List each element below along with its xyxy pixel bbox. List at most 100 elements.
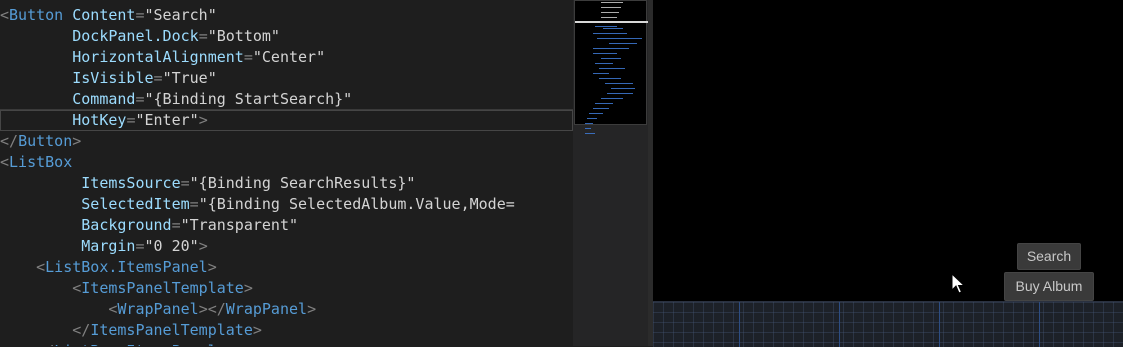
minimap-stroke <box>601 98 623 99</box>
code-token: < <box>0 279 82 297</box>
code-line[interactable]: </ItemsPanelTemplate> <box>0 320 262 341</box>
minimap-stroke <box>593 108 609 109</box>
code-token: = <box>153 69 163 87</box>
mouse-pointer-icon <box>951 273 965 294</box>
code-line[interactable]: <WrapPanel></WrapPanel> <box>0 299 316 320</box>
minimap-stroke <box>585 128 591 129</box>
minimap-stroke <box>599 78 621 79</box>
code-token: WrapPanel <box>225 300 308 318</box>
code-token: "True" <box>162 69 217 87</box>
code-token: = <box>135 237 145 255</box>
code-line[interactable]: <ListBox <box>0 152 72 173</box>
code-line[interactable]: IsVisible="True" <box>0 68 217 89</box>
buy-album-button[interactable]: Buy Album <box>1004 272 1094 301</box>
code-token: Background <box>0 216 172 234</box>
minimap-stroke <box>601 58 621 59</box>
minimap-stroke <box>599 68 625 69</box>
minimap-stroke <box>603 28 623 29</box>
code-line[interactable]: SelectedItem="{Binding SelectedAlbum.Val… <box>0 194 515 215</box>
code-editor[interactable]: <Button Content="Search" DockPanel.Dock=… <box>0 0 573 346</box>
minimap[interactable] <box>573 0 648 346</box>
minimap-stroke <box>593 33 627 34</box>
code-token: ></ <box>198 300 226 318</box>
code-token: ListBox <box>9 153 73 171</box>
code-token: "{Binding StartSearch}" <box>144 90 353 108</box>
code-line[interactable]: <ListBox.ItemsPanel> <box>0 257 217 278</box>
code-token: "Enter" <box>135 111 199 129</box>
code-line[interactable]: Background="Transparent" <box>0 215 298 236</box>
code-token: > <box>198 237 208 255</box>
code-token: WrapPanel <box>117 300 199 318</box>
minimap-stroke <box>587 118 597 119</box>
code-token: = <box>189 195 199 213</box>
code-token: Margin <box>0 237 136 255</box>
code-token: ItemsPanelTemplate <box>81 279 244 297</box>
minimap-stroke <box>601 7 621 8</box>
code-line[interactable]: ItemsSource="{Binding SearchResults}" <box>0 173 415 194</box>
code-token: Button <box>9 6 64 24</box>
code-token: Command <box>0 90 136 108</box>
code-token: IsVisible <box>0 69 154 87</box>
code-token: "{Binding SearchResults}" <box>189 174 416 192</box>
minimap-stroke <box>611 88 635 89</box>
code-token: SelectedItem <box>0 195 190 213</box>
design-preview: Search Buy Album <box>653 0 1123 347</box>
code-token: "0 20" <box>144 237 199 255</box>
code-token: "Transparent" <box>180 216 299 234</box>
code-line[interactable]: </Button> <box>0 131 81 152</box>
minimap-stroke <box>589 113 603 114</box>
minimap-stroke <box>601 17 617 18</box>
code-token: < <box>0 6 10 24</box>
minimap-stroke <box>585 133 595 134</box>
code-token: > <box>72 132 82 150</box>
minimap-stroke <box>597 38 642 39</box>
code-token: = <box>180 174 190 192</box>
code-token: HorizontalAlignment <box>0 48 244 66</box>
code-token: </ <box>0 132 19 150</box>
code-token: > <box>217 342 226 346</box>
code-line[interactable]: </ListBox.ItemsPanel> <box>0 341 226 346</box>
code-token: > <box>198 111 208 129</box>
code-line[interactable]: <ItemsPanelTemplate> <box>0 278 253 299</box>
minimap-stroke <box>585 123 593 124</box>
minimap-stroke <box>601 2 623 3</box>
code-token: Button <box>18 132 73 150</box>
minimap-stroke <box>607 93 633 94</box>
minimap-stroke <box>593 53 617 54</box>
minimap-stroke <box>609 43 637 44</box>
search-button[interactable]: Search <box>1017 243 1081 270</box>
minimap-stroke <box>595 103 613 104</box>
code-token: = <box>198 27 208 45</box>
code-line[interactable]: HotKey="Enter"> <box>0 110 208 131</box>
minimap-stroke <box>601 12 619 13</box>
code-line[interactable]: DockPanel.Dock="Bottom" <box>0 26 280 47</box>
code-token: < <box>0 258 46 276</box>
code-token: = <box>135 6 145 24</box>
code-token: "Bottom" <box>207 27 280 45</box>
code-token: > <box>307 300 317 318</box>
code-token: </ <box>0 342 54 346</box>
code-token: < <box>0 153 10 171</box>
minimap-stroke <box>593 48 629 49</box>
code-token: > <box>252 321 262 339</box>
code-line[interactable]: Command="{Binding StartSearch}" <box>0 89 352 110</box>
minimap-stroke <box>595 63 613 64</box>
layout-grid <box>653 301 1123 347</box>
minimap-separator <box>575 21 648 23</box>
code-token: </ <box>0 321 91 339</box>
code-token: < <box>0 300 118 318</box>
code-line[interactable]: Margin="0 20"> <box>0 236 208 257</box>
code-line[interactable]: <Button Content="Search" <box>0 5 217 26</box>
minimap-stroke <box>605 83 633 84</box>
minimap-stroke <box>593 73 609 74</box>
code-line[interactable]: HorizontalAlignment="Center" <box>0 47 325 68</box>
code-token: = <box>171 216 181 234</box>
code-token: "Search" <box>144 6 217 24</box>
code-token: > <box>243 279 253 297</box>
code-token: Content <box>63 6 136 24</box>
code-token: "Center" <box>252 48 326 66</box>
code-token: > <box>207 258 217 276</box>
code-token: ItemsSource <box>0 174 181 192</box>
code-token: = <box>135 90 145 108</box>
minimap-stroke <box>595 26 617 27</box>
